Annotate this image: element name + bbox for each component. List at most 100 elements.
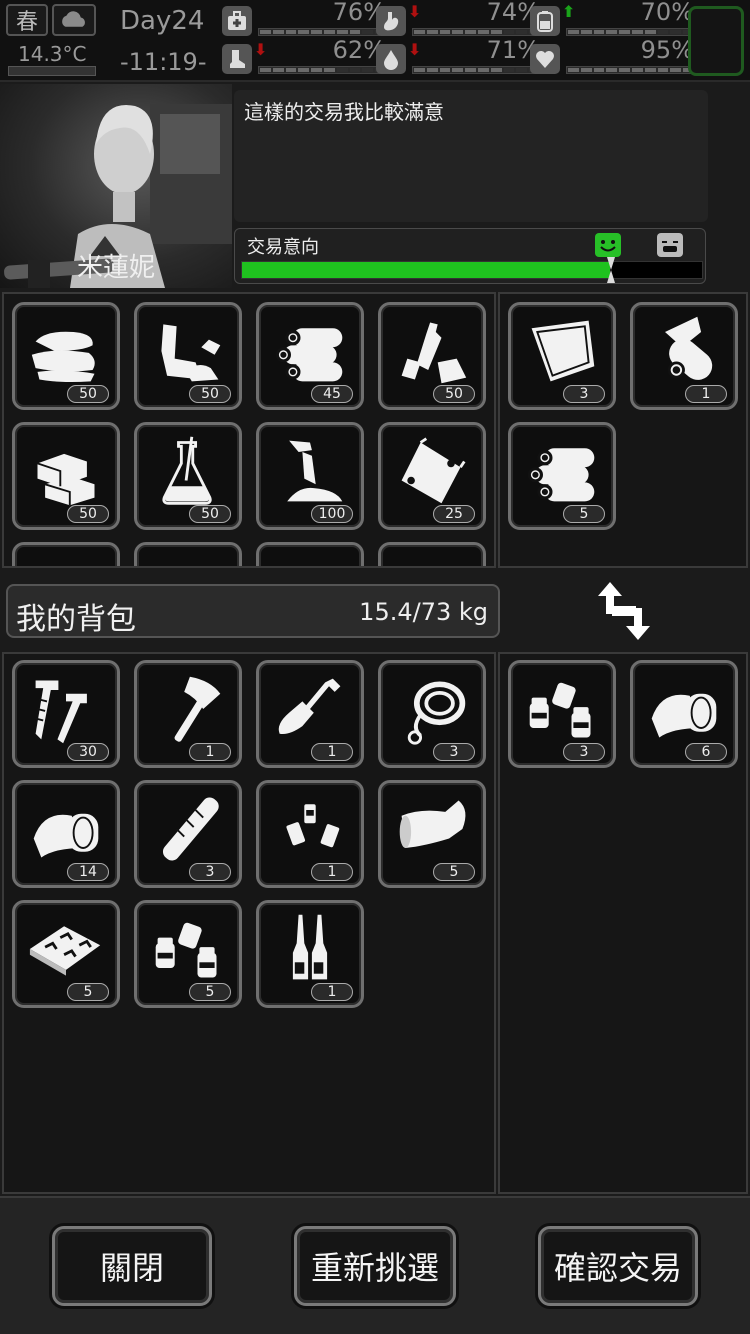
trade-intent-fill <box>242 262 610 278</box>
item-slot[interactable]: 50 <box>134 302 242 410</box>
item-slot[interactable]: 50 <box>134 422 242 530</box>
stat-bar-segment <box>644 30 656 34</box>
item-count: 50 <box>67 505 109 523</box>
item-count: 14 <box>67 863 109 881</box>
stat-bar-segment <box>336 30 348 34</box>
stat-bar-segment <box>323 30 335 34</box>
clock: -11:19- <box>120 48 207 76</box>
temperature: 14.3°C <box>18 42 87 66</box>
trade-intent-meter: 交易意向 <box>234 228 706 284</box>
swap-icon[interactable] <box>596 580 652 642</box>
item-slot[interactable]: 5 <box>12 900 120 1008</box>
item-slot[interactable]: 1 <box>256 660 364 768</box>
item-slot[interactable]: 45 <box>256 302 364 410</box>
stat-bar-segment <box>619 30 630 34</box>
stat-bar-segment <box>593 68 605 72</box>
stat-bar-segment <box>606 30 618 34</box>
stat-bar-segment <box>349 30 361 34</box>
my-offer-panel[interactable]: 36 <box>498 652 748 1194</box>
stat-bar-segment <box>426 68 438 72</box>
item-slot[interactable]: 1 <box>134 660 242 768</box>
stat-hunger-trend: ⬇ <box>408 2 422 21</box>
item-count: 1 <box>311 983 353 1001</box>
confirm-trade-button[interactable]: 確認交易 <box>538 1226 698 1306</box>
trade-intent-bar <box>241 261 703 279</box>
stat-hunger: ⬇ 74% <box>376 0 546 38</box>
stat-bar-segment <box>298 68 310 72</box>
stat-thirst: ⬇ 71% <box>376 36 546 76</box>
item-slot[interactable]: 50 <box>12 422 120 530</box>
stat-mood-bar <box>566 66 696 74</box>
medkit-icon <box>222 6 252 36</box>
item-slot[interactable]: 1 <box>256 900 364 1008</box>
item-count: 45 <box>311 385 353 403</box>
stat-bar-segment <box>323 68 335 72</box>
season-badge: 春 <box>6 4 48 36</box>
item-slot[interactable] <box>256 542 364 566</box>
menu-button[interactable] <box>688 6 744 76</box>
stat-stamina-bar <box>258 66 388 74</box>
item-count: 3 <box>433 743 475 761</box>
item-slot[interactable]: 5 <box>378 780 486 888</box>
item-slot[interactable]: 5 <box>508 422 616 530</box>
item-slot[interactable] <box>134 542 242 566</box>
item-slot[interactable] <box>12 542 120 566</box>
stat-bar-segment <box>619 68 630 72</box>
stat-bar-segment <box>580 68 592 72</box>
stat-bar-segment <box>593 30 605 34</box>
backpack-header: 我的背包 15.4/73 kg <box>6 584 500 638</box>
trader-dialog: 這樣的交易我比較滿意 <box>234 90 708 222</box>
item-slot[interactable]: 3 <box>378 660 486 768</box>
stat-energy-bar <box>566 28 696 36</box>
stat-bar-segment <box>670 30 682 34</box>
item-slot[interactable]: 3 <box>508 302 616 410</box>
item-slot[interactable]: 30 <box>12 660 120 768</box>
item-count: 1 <box>311 743 353 761</box>
item-slot[interactable] <box>378 542 486 566</box>
stat-bar-segment <box>349 68 361 72</box>
stat-stamina: ⬇ 62% <box>222 36 392 76</box>
cloud-icon <box>52 4 96 36</box>
item-slot[interactable]: 1 <box>630 302 738 410</box>
stat-bar-segment <box>631 30 643 34</box>
stat-bar-segment <box>336 68 348 72</box>
stat-thirst-bar <box>412 66 542 74</box>
item-slot[interactable]: 3 <box>508 660 616 768</box>
stat-bar-segment <box>414 30 425 34</box>
close-button[interactable]: 關閉 <box>52 1226 212 1306</box>
item-slot[interactable]: 1 <box>256 780 364 888</box>
stat-bar-segment <box>272 68 284 72</box>
item-slot[interactable]: 50 <box>378 302 486 410</box>
item-slot[interactable]: 6 <box>630 660 738 768</box>
reselect-button[interactable]: 重新挑選 <box>294 1226 456 1306</box>
stat-bar-segment <box>580 30 592 34</box>
item-slot[interactable]: 5 <box>134 900 242 1008</box>
trader-offer-panel[interactable]: 3 1 5 <box>498 292 748 568</box>
trader-inventory-panel[interactable]: 50 50 45 50 50 50 100 25 <box>2 292 496 568</box>
item-count: 1 <box>311 863 353 881</box>
stat-bar-segment <box>490 68 502 72</box>
backpack-inventory-panel[interactable]: 30 1 1 3 14 3 1 5 5 5 1 <box>2 652 496 1194</box>
stat-bar-segment <box>452 30 464 34</box>
item-slot[interactable]: 25 <box>378 422 486 530</box>
item-count: 1 <box>685 385 727 403</box>
stat-bar-segment <box>568 30 579 34</box>
stat-bar-segment <box>568 68 579 72</box>
stat-bar-segment <box>260 30 271 34</box>
item-slot[interactable]: 14 <box>12 780 120 888</box>
item-slot[interactable]: 50 <box>12 302 120 410</box>
item-slot[interactable]: 3 <box>134 780 242 888</box>
heart-icon <box>530 44 560 74</box>
item-count: 6 <box>685 743 727 761</box>
item-count: 5 <box>189 983 231 1001</box>
stat-hunger-bar <box>412 28 542 36</box>
stat-energy-value: 70% <box>640 0 694 26</box>
grin-face-icon <box>657 233 683 257</box>
item-slot[interactable]: 100 <box>256 422 364 530</box>
stat-bar-segment <box>426 30 438 34</box>
stat-bar-segment <box>362 68 374 72</box>
stat-bar-segment <box>606 68 618 72</box>
item-count: 1 <box>189 743 231 761</box>
item-count: 50 <box>189 505 231 523</box>
item-count: 50 <box>433 385 475 403</box>
